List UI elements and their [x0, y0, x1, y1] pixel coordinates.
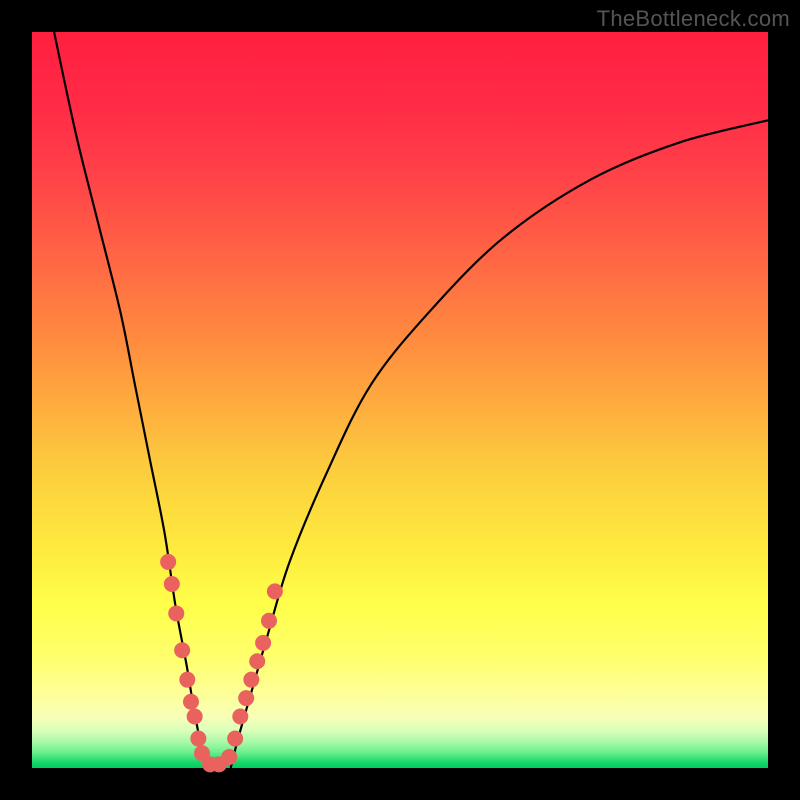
- marker-dot: [239, 691, 254, 706]
- marker-dot: [161, 554, 176, 569]
- curves-layer: [32, 32, 768, 768]
- curve-right-arm: [231, 120, 768, 768]
- marker-dot: [175, 643, 190, 658]
- marker-dot: [228, 731, 243, 746]
- watermark-text: TheBottleneck.com: [597, 6, 790, 32]
- marker-dot: [164, 577, 179, 592]
- plot-area: [32, 32, 768, 768]
- curve-left-arm: [54, 32, 209, 768]
- marker-dot: [187, 709, 202, 724]
- marker-dot: [180, 672, 195, 687]
- marker-dot: [233, 709, 248, 724]
- marker-dot: [222, 749, 237, 764]
- marker-dot: [261, 613, 276, 628]
- chart-frame: TheBottleneck.com: [0, 0, 800, 800]
- marker-group: [161, 554, 283, 771]
- marker-dot: [256, 635, 271, 650]
- marker-dot: [169, 606, 184, 621]
- marker-dot: [191, 731, 206, 746]
- marker-dot: [267, 584, 282, 599]
- marker-dot: [244, 672, 259, 687]
- marker-dot: [183, 694, 198, 709]
- marker-dot: [250, 654, 265, 669]
